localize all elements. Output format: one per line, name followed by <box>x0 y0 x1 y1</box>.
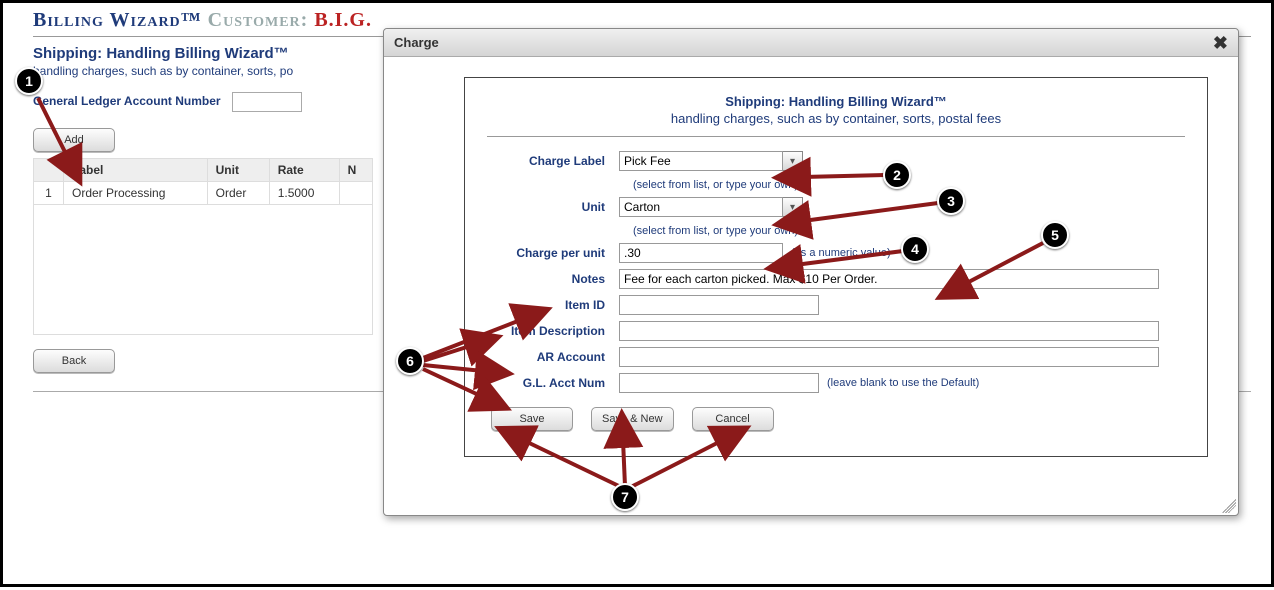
cancel-button[interactable]: Cancel <box>692 407 774 431</box>
col-rate: Rate <box>269 159 339 182</box>
table-row[interactable]: 1 Order Processing Order 1.5000 <box>34 182 373 205</box>
dialog-body: Shipping: Handling Billing Wizard™ handl… <box>384 57 1238 477</box>
label-charge-label: Charge Label <box>487 154 619 168</box>
save-new-button[interactable]: Save & New <box>591 407 674 431</box>
label-gl-acct: G.L. Acct Num <box>487 376 619 390</box>
row-notes: Notes <box>487 269 1185 289</box>
dialog-header[interactable]: Charge ✖ <box>384 29 1238 57</box>
customer-name: B.I.G. <box>314 9 372 31</box>
item-id-input[interactable] <box>619 295 819 315</box>
label-ar-account: AR Account <box>487 350 619 364</box>
hint-unit: (select from list, or type your own) <box>633 223 1185 243</box>
col-unit: Unit <box>207 159 269 182</box>
chevron-down-icon[interactable] <box>783 151 803 171</box>
hint-gl-default: (leave blank to use the Default) <box>827 377 979 389</box>
cell-id: 1 <box>34 182 64 205</box>
col-label: Label <box>64 159 208 182</box>
row-item-id: Item ID <box>487 295 1185 315</box>
col-blank <box>34 159 64 182</box>
dialog-button-row: Save Save & New Cancel <box>491 407 1185 431</box>
charges-table: Label Unit Rate N 1 Order Processing Ord… <box>33 158 373 205</box>
table-header-row: Label Unit Rate N <box>34 159 373 182</box>
gl-label: General Ledger Account Number <box>33 94 221 108</box>
dialog-subheading: handling charges, such as by container, … <box>487 111 1185 126</box>
dialog-frame: Shipping: Handling Billing Wizard™ handl… <box>464 77 1208 457</box>
table-empty-area <box>33 205 373 335</box>
cell-notes <box>339 182 372 205</box>
label-item-desc: Item Description <box>487 324 619 338</box>
label-charge-per-unit: Charge per unit <box>487 246 619 260</box>
row-unit: Unit <box>487 197 1185 217</box>
resize-handle-icon[interactable] <box>1222 499 1236 513</box>
dialog-divider <box>487 136 1185 137</box>
hint-charge-label: (select from list, or type your own) <box>633 177 1185 197</box>
close-icon[interactable]: ✖ <box>1213 34 1228 52</box>
gl-acct-input[interactable] <box>619 373 819 393</box>
row-charge-per-unit: Charge per unit (as a numeric value) <box>487 243 1185 263</box>
label-unit: Unit <box>487 200 619 214</box>
row-item-desc: Item Description <box>487 321 1185 341</box>
save-button[interactable]: Save <box>491 407 573 431</box>
unit-combo <box>619 197 803 217</box>
col-notes: N <box>339 159 372 182</box>
charge-label-input[interactable] <box>619 151 783 171</box>
cell-unit: Order <box>207 182 269 205</box>
label-item-id: Item ID <box>487 298 619 312</box>
row-ar-account: AR Account <box>487 347 1185 367</box>
cell-rate: 1.5000 <box>269 182 339 205</box>
add-button[interactable]: Add <box>33 128 115 152</box>
hint-numeric: (as a numeric value) <box>791 247 891 259</box>
ar-account-input[interactable] <box>619 347 1159 367</box>
charge-per-unit-input[interactable] <box>619 243 783 263</box>
notes-input[interactable] <box>619 269 1159 289</box>
row-gl-acct: G.L. Acct Num (leave blank to use the De… <box>487 373 1185 393</box>
item-desc-input[interactable] <box>619 321 1159 341</box>
chevron-down-icon[interactable] <box>783 197 803 217</box>
label-notes: Notes <box>487 272 619 286</box>
charge-label-combo <box>619 151 803 171</box>
back-button[interactable]: Back <box>33 349 115 373</box>
unit-input[interactable] <box>619 197 783 217</box>
customer-label: Customer: <box>208 9 309 31</box>
app-title: Billing Wizard™ <box>33 9 202 31</box>
cell-label: Order Processing <box>64 182 208 205</box>
gl-input[interactable] <box>232 92 302 112</box>
dialog-title: Charge <box>394 35 439 50</box>
dialog-heading: Shipping: Handling Billing Wizard™ <box>487 94 1185 109</box>
row-charge-label: Charge Label <box>487 151 1185 171</box>
charge-dialog: Charge ✖ Shipping: Handling Billing Wiza… <box>383 28 1239 516</box>
